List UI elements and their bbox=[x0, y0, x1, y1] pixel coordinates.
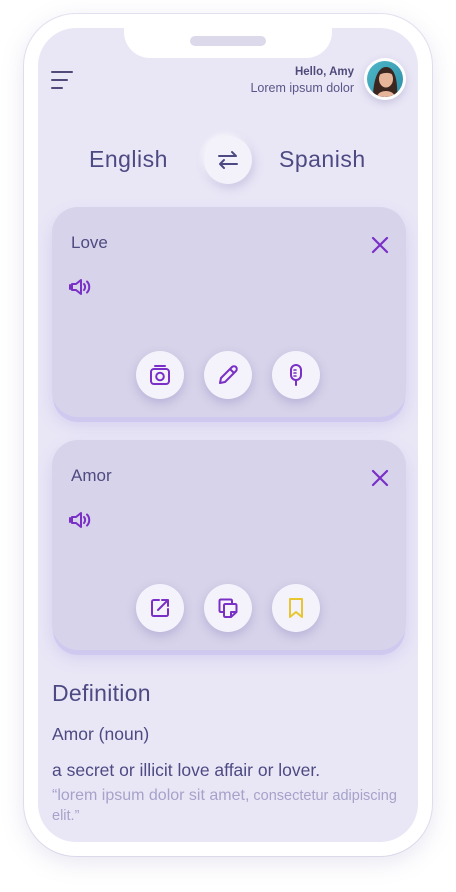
edit-button[interactable] bbox=[204, 351, 252, 399]
share-button[interactable] bbox=[136, 584, 184, 632]
definition-word: Amor (noun) bbox=[52, 724, 150, 744]
camera-icon bbox=[150, 365, 170, 385]
swap-languages-button[interactable] bbox=[204, 136, 252, 184]
speaker-icon[interactable] bbox=[69, 510, 93, 530]
microphone-icon bbox=[290, 364, 302, 386]
example-text-part1: “lorem ipsum dolor sit amet, bbox=[52, 787, 250, 804]
copy-button[interactable] bbox=[204, 584, 252, 632]
greeting-text: Hello, Amy bbox=[294, 66, 354, 78]
definition-example: “lorem ipsum dolor sit amet, consectetur… bbox=[52, 786, 412, 826]
source-language[interactable]: English bbox=[89, 146, 168, 173]
hamburger-menu-icon[interactable] bbox=[50, 68, 74, 92]
copy-icon bbox=[218, 598, 238, 618]
target-language[interactable]: Spanish bbox=[279, 146, 366, 173]
close-icon[interactable] bbox=[370, 235, 390, 255]
bookmark-icon bbox=[289, 598, 303, 618]
definition-meaning: a secret or illicit love affair or lover… bbox=[52, 760, 321, 780]
avatar[interactable] bbox=[364, 58, 406, 100]
definition-title: Definition bbox=[52, 680, 151, 706]
pencil-icon bbox=[219, 365, 238, 384]
output-card: Amor bbox=[52, 440, 406, 650]
speaker-icon[interactable] bbox=[69, 277, 93, 297]
output-actions bbox=[136, 584, 322, 632]
input-card: Love bbox=[52, 207, 406, 417]
input-text[interactable]: Love bbox=[71, 233, 108, 253]
swap-arrows-icon bbox=[218, 151, 238, 169]
microphone-button[interactable] bbox=[272, 351, 320, 399]
bookmark-button[interactable] bbox=[272, 584, 320, 632]
close-icon[interactable] bbox=[370, 468, 390, 488]
share-external-icon bbox=[151, 599, 169, 617]
phone-speaker bbox=[190, 36, 266, 46]
greeting-subtitle: Lorem ipsum dolor bbox=[250, 81, 354, 95]
user-greeting: Hello, Amy Lorem ipsum dolor bbox=[250, 64, 354, 97]
camera-button[interactable] bbox=[136, 351, 184, 399]
input-actions bbox=[136, 351, 322, 399]
output-text: Amor bbox=[71, 466, 112, 485]
